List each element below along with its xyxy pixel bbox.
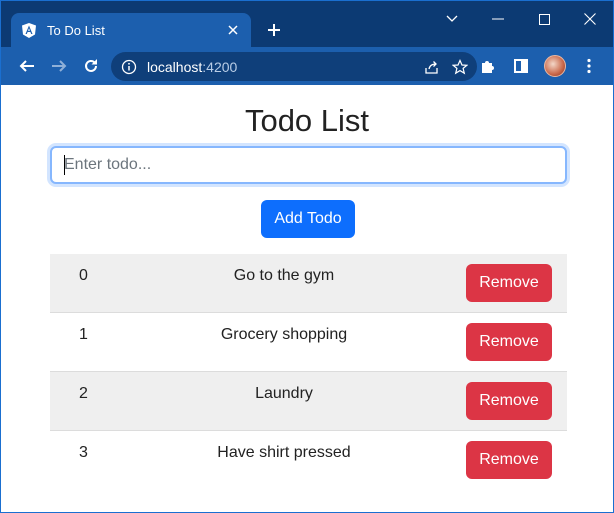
browser-toolbar: localhost:4200 xyxy=(1,47,613,85)
url-port: :4200 xyxy=(202,58,238,75)
todo-table: 0 Go to the gym Remove 1 Grocery shoppin… xyxy=(50,254,567,490)
todo-index: 3 xyxy=(79,444,88,461)
todo-text: Have shirt pressed xyxy=(217,444,351,461)
minimize-icon[interactable] xyxy=(475,1,521,37)
window-controls xyxy=(429,1,613,37)
todo-text: Go to the gym xyxy=(233,267,335,284)
todo-text: Grocery shopping xyxy=(220,326,348,343)
star-icon[interactable] xyxy=(449,56,471,78)
remove-button[interactable]: Remove xyxy=(466,382,552,420)
add-todo-button[interactable]: Add Todo xyxy=(261,200,355,238)
forward-arrow-icon[interactable] xyxy=(43,50,75,82)
tab-todo-list[interactable]: To Do List xyxy=(11,13,251,47)
side-panel-icon[interactable] xyxy=(505,50,537,82)
avatar xyxy=(544,55,566,77)
todo-text: Laundry xyxy=(255,385,313,402)
remove-button[interactable]: Remove xyxy=(466,264,552,302)
chevron-down-icon[interactable] xyxy=(429,1,475,37)
tab-strip: To Do List xyxy=(1,1,613,47)
share-icon[interactable] xyxy=(421,56,443,78)
table-row: 2 Laundry Remove xyxy=(50,372,567,431)
url-host: localhost xyxy=(147,58,203,75)
extensions-icon[interactable] xyxy=(471,50,503,82)
plus-icon[interactable] xyxy=(263,19,285,41)
page-content: Todo List Add Todo 0 Go to the gym Remov… xyxy=(1,85,613,512)
text-caret xyxy=(64,155,65,175)
table-row: 3 Have shirt pressed Remove xyxy=(50,431,567,490)
address-bar[interactable]: localhost:4200 xyxy=(111,52,477,81)
remove-button[interactable]: Remove xyxy=(466,323,552,361)
todo-index: 0 xyxy=(79,267,88,284)
back-arrow-icon[interactable] xyxy=(11,50,43,82)
todo-index: 1 xyxy=(79,326,88,343)
maximize-icon[interactable] xyxy=(521,1,567,37)
reload-icon[interactable] xyxy=(75,50,107,82)
remove-button[interactable]: Remove xyxy=(466,441,552,479)
page-title: Todo List xyxy=(244,103,370,138)
todo-index: 2 xyxy=(79,385,88,402)
more-vert-icon[interactable] xyxy=(573,50,605,82)
tab-title: To Do List xyxy=(47,22,105,38)
window-close-icon[interactable] xyxy=(567,1,613,37)
table-row: 0 Go to the gym Remove xyxy=(50,254,567,313)
angular-icon xyxy=(21,22,37,38)
info-icon[interactable] xyxy=(121,59,137,75)
profile-avatar[interactable] xyxy=(539,50,571,82)
close-icon[interactable] xyxy=(225,22,241,38)
browser-window: To Do List localhost:4200 Todo List Ent… xyxy=(0,0,614,513)
todo-input[interactable] xyxy=(50,146,567,184)
table-row: 1 Grocery shopping Remove xyxy=(50,313,567,372)
